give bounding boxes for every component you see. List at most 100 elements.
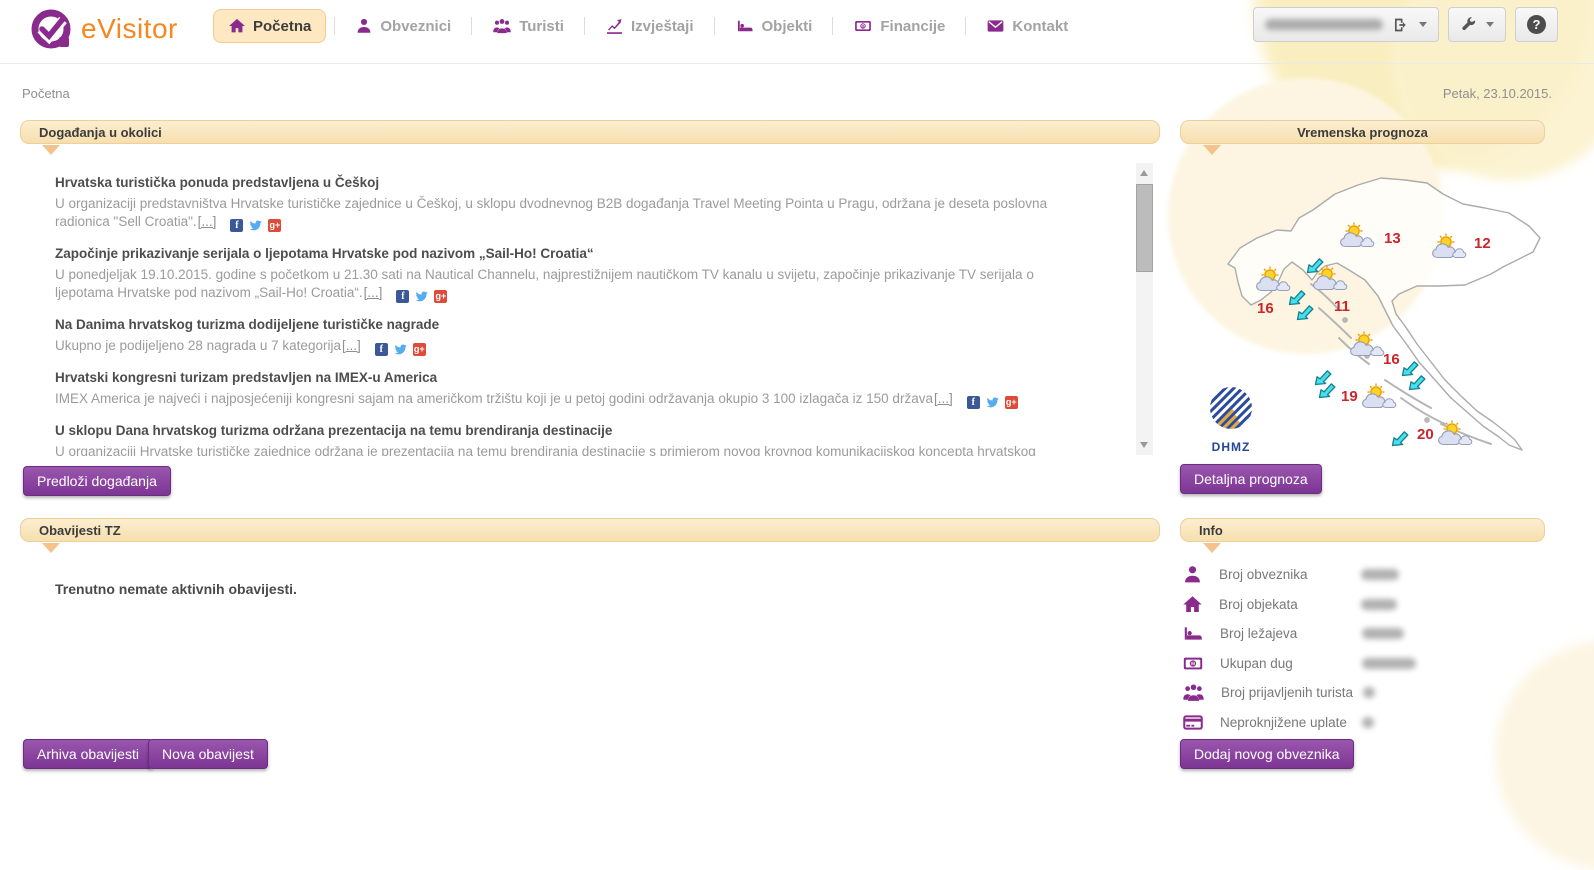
- event-title: U sklopu Dana hrvatskog turizma održana …: [55, 422, 1078, 440]
- info-stats: Broj obveznika Broj objekata Broj ležaje…: [1180, 560, 1545, 737]
- event-summary: U ponedjeljak 19.10.2015. godine s počet…: [55, 266, 1078, 303]
- card-icon: [1182, 712, 1204, 733]
- event-item: Na Danima hrvatskog turizma dodijeljene …: [55, 316, 1078, 356]
- nav-item-turisti[interactable]: Turisti: [480, 11, 576, 41]
- current-date: Petak, 23.10.2015.: [1443, 86, 1552, 101]
- event-body: Ukupno je podijeljeno 28 nagrada u 7 kat…: [55, 338, 341, 353]
- events-scrollbar[interactable]: [1136, 163, 1153, 455]
- nav-divider: [965, 17, 966, 35]
- info-row-objekti: Broj objekata: [1180, 590, 1545, 620]
- event-summary: IMEX America je najveći i najposjećeniji…: [55, 390, 1078, 409]
- events-panel-title: Događanja u okolici: [39, 125, 162, 140]
- event-summary: U organizaciji predstavništva Hrvatske t…: [55, 195, 1078, 232]
- money-icon: [1182, 653, 1204, 674]
- temp-label: 16: [1383, 351, 1400, 368]
- nav-item-izvjestaji[interactable]: Izvještaji: [593, 11, 706, 41]
- nav-item-objekti[interactable]: Objekti: [723, 11, 825, 41]
- event-body: IMEX America je najveći i najposjećeniji…: [55, 391, 933, 406]
- dhmz-logo-icon: [1205, 386, 1257, 434]
- twitter-icon[interactable]: [986, 396, 999, 409]
- no-notices-message: Trenutno nemate aktivnih obavijesti.: [55, 581, 297, 597]
- googleplus-icon[interactable]: g+: [268, 219, 281, 232]
- redacted-value: [1362, 628, 1404, 639]
- info-row-turisti: Broj prijavljenih turista: [1180, 678, 1545, 708]
- temp-label: 16: [1257, 300, 1274, 317]
- twitter-icon[interactable]: [394, 343, 407, 356]
- detailed-forecast-button[interactable]: Detaljna prognoza: [1180, 464, 1322, 494]
- info-label: Broj prijavljenih turista: [1221, 685, 1363, 700]
- read-more-link[interactable]: [...]: [364, 285, 383, 300]
- nav-label: Početna: [253, 18, 311, 35]
- nav-label: Turisti: [519, 18, 564, 35]
- suggest-events-button[interactable]: Predloži događanja: [23, 466, 171, 496]
- events-panel-header: Događanja u okolici: [20, 120, 1160, 144]
- nav-item-financije[interactable]: Financije: [841, 11, 957, 41]
- group-icon: [1182, 682, 1205, 703]
- event-item: Hrvatski kongresni turizam predstavljen …: [55, 369, 1078, 409]
- scroll-down-arrow[interactable]: [1140, 442, 1148, 448]
- twitter-icon[interactable]: [249, 219, 262, 232]
- info-label: Broj obveznika: [1219, 567, 1361, 582]
- breadcrumb[interactable]: Početna: [22, 86, 70, 101]
- evisitor-logo[interactable]: eVisitor: [30, 8, 178, 50]
- panel-pointer: [42, 145, 60, 155]
- nav-item-pocetna[interactable]: Početna: [213, 9, 326, 43]
- info-panel-title: Info: [1199, 523, 1223, 538]
- redacted-value: [1361, 569, 1399, 580]
- help-button[interactable]: ?: [1515, 7, 1558, 42]
- home-icon: [228, 17, 246, 35]
- temp-label: 13: [1384, 230, 1401, 247]
- facebook-icon[interactable]: f: [396, 290, 409, 303]
- temp-label: 11: [1334, 298, 1350, 315]
- info-label: Broj ležajeva: [1220, 626, 1362, 641]
- bed-icon: [735, 17, 755, 35]
- question-icon: ?: [1527, 15, 1546, 34]
- nav-item-kontakt[interactable]: Kontakt: [974, 11, 1080, 41]
- redacted-value: [1362, 717, 1374, 728]
- group-icon: [492, 17, 512, 35]
- redacted-value: [1363, 687, 1375, 698]
- evisitor-logo-icon: [30, 8, 72, 50]
- read-more-link[interactable]: [...]: [342, 338, 361, 353]
- settings-button[interactable]: [1448, 7, 1506, 42]
- nav-label: Financije: [880, 18, 945, 35]
- new-notice-button[interactable]: Nova obavijest: [148, 739, 268, 769]
- dhmz-logo: DHMZ: [1203, 386, 1259, 454]
- event-item: Započinje prikazivanje serijala o ljepot…: [55, 245, 1078, 303]
- info-label: Neproknjižene uplate: [1220, 715, 1362, 730]
- event-body: U organizaciji Hrvatske turističke zajed…: [55, 444, 1036, 456]
- logout-icon: [1392, 16, 1410, 34]
- notices-archive-button[interactable]: Arhiva obavijesti: [23, 739, 153, 769]
- event-item: U sklopu Dana hrvatskog turizma održana …: [55, 422, 1078, 456]
- twitter-icon[interactable]: [415, 290, 428, 303]
- scrollbar-thumb[interactable]: [1136, 184, 1153, 272]
- nav-label: Obveznici: [380, 18, 451, 35]
- home-icon: [1182, 594, 1203, 615]
- user-name-redacted: [1265, 19, 1383, 30]
- event-title: Započinje prikazivanje serijala o ljepot…: [55, 245, 1078, 263]
- nav-item-obveznici[interactable]: Obveznici: [343, 11, 463, 41]
- facebook-icon[interactable]: f: [375, 343, 388, 356]
- wrench-icon: [1460, 16, 1477, 33]
- read-more-link[interactable]: [...]: [934, 391, 953, 406]
- googleplus-icon[interactable]: g+: [413, 343, 426, 356]
- chevron-down-icon: [1419, 22, 1427, 27]
- event-title: Hrvatski kongresni turizam predstavljen …: [55, 369, 1078, 387]
- events-list[interactable]: Hrvatska turistička ponuda predstavljena…: [20, 158, 1128, 456]
- scroll-up-arrow[interactable]: [1140, 170, 1148, 176]
- event-summary: Ukupno je podijeljeno 28 nagrada u 7 kat…: [55, 337, 1078, 356]
- user-menu-button[interactable]: [1253, 7, 1439, 42]
- redacted-value: [1361, 599, 1397, 610]
- chevron-down-icon: [1486, 22, 1494, 27]
- nav-divider: [334, 17, 335, 35]
- facebook-icon[interactable]: f: [967, 396, 980, 409]
- googleplus-icon[interactable]: g+: [434, 290, 447, 303]
- person-icon: [355, 17, 373, 35]
- facebook-icon[interactable]: f: [230, 219, 243, 232]
- main-nav: Početna Obveznici Turisti Izvještaji Obj…: [213, 8, 1080, 44]
- mail-icon: [986, 17, 1005, 35]
- info-label: Broj objekata: [1219, 597, 1361, 612]
- read-more-link[interactable]: [...]: [198, 214, 217, 229]
- add-obveznik-button[interactable]: Dodaj novog obveznika: [1180, 739, 1354, 769]
- googleplus-icon[interactable]: g+: [1005, 396, 1018, 409]
